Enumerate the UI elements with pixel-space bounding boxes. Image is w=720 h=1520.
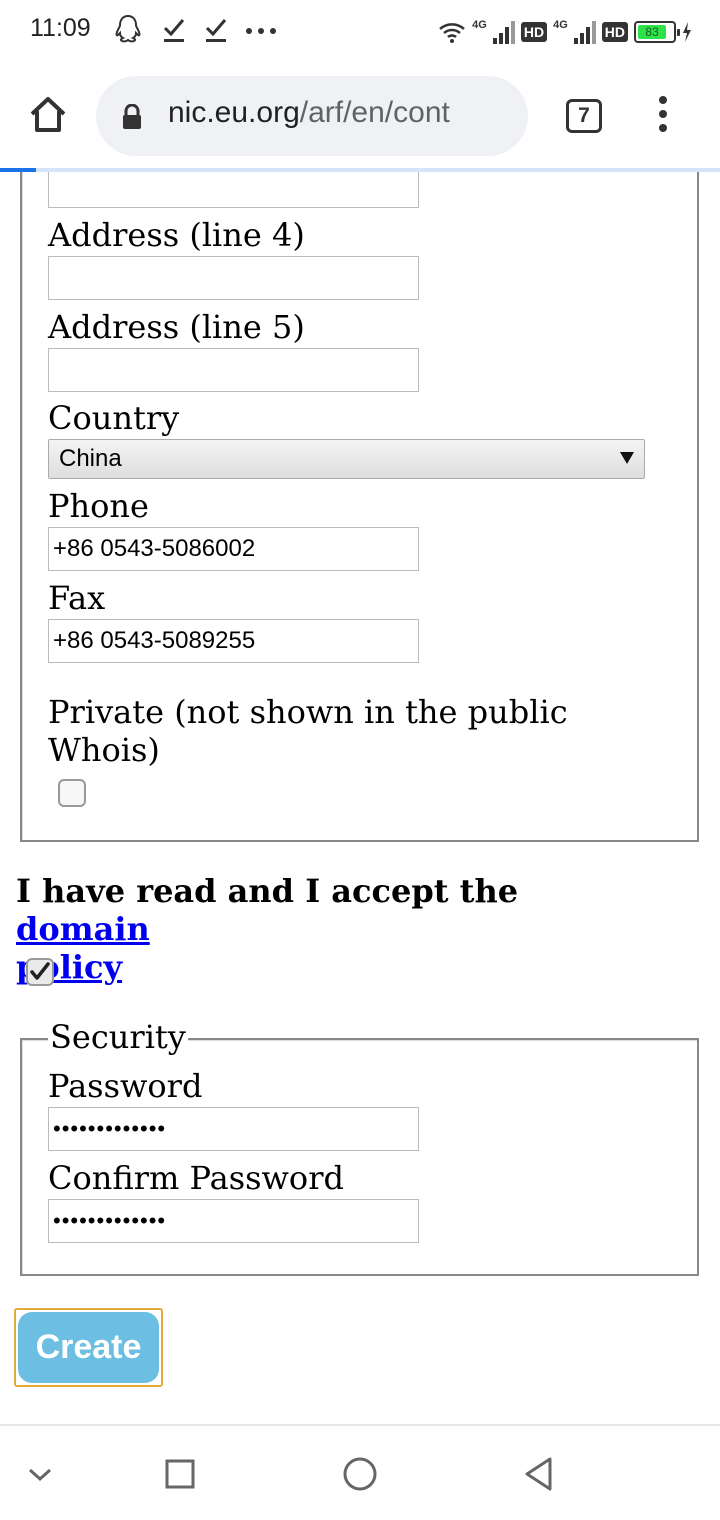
- fax-input[interactable]: [48, 619, 419, 663]
- battery-level: 83: [638, 25, 667, 39]
- fax-label: Fax: [48, 579, 106, 617]
- policy-checkbox[interactable]: [26, 958, 54, 986]
- phone-input[interactable]: [48, 527, 419, 571]
- network-type-2: 4G: [553, 19, 568, 31]
- dropdown-arrow-icon: [620, 452, 634, 464]
- page-content: Address (line 4) Address (line 5) Countr…: [0, 172, 720, 1424]
- home-icon[interactable]: [26, 92, 70, 136]
- phone-label: Phone: [48, 487, 149, 525]
- password-label: Password: [48, 1067, 203, 1105]
- system-nav-bar: [0, 1424, 720, 1520]
- overflow-menu-icon[interactable]: [652, 96, 674, 136]
- country-label: Country: [48, 399, 180, 437]
- checkmark-icon: [30, 962, 50, 980]
- status-bar: 11:09 4G HD 4G HD 83: [0, 0, 720, 62]
- security-legend: Security: [48, 1018, 188, 1056]
- hd-badge-1: HD: [520, 22, 548, 42]
- battery-icon: 83: [634, 21, 680, 43]
- private-label-line2: Whois): [48, 731, 160, 769]
- network-type-1: 4G: [472, 19, 487, 31]
- create-button[interactable]: Create: [14, 1308, 163, 1387]
- confirm-password-label: Confirm Password: [48, 1159, 344, 1197]
- url-host: nic.eu.org: [168, 96, 300, 129]
- private-label: Private (not shown in the public Whois): [48, 693, 568, 769]
- wifi-icon: [439, 23, 465, 43]
- browser-toolbar: nic.eu.org/arf/en/cont 7: [0, 62, 720, 170]
- country-select[interactable]: China: [48, 439, 645, 479]
- home-nav-icon[interactable]: [342, 1454, 378, 1494]
- status-icons: 4G HD 4G HD 83: [438, 17, 692, 47]
- charging-icon: [683, 22, 691, 42]
- private-checkbox[interactable]: [58, 779, 86, 807]
- address-line4-label: Address (line 4): [48, 216, 305, 254]
- qq-icon: [115, 14, 141, 43]
- lock-icon: [123, 104, 141, 129]
- address-bar[interactable]: nic.eu.org/arf/en/cont: [96, 76, 528, 156]
- policy-statement: I have read and I accept the domain polic…: [16, 872, 656, 986]
- address-line5-label: Address (line 5): [48, 308, 305, 346]
- address-line3-input[interactable]: [48, 172, 419, 208]
- password-input[interactable]: •••••••••••••: [48, 1107, 419, 1151]
- private-label-line1: Private (not shown in the public: [48, 693, 568, 731]
- url-text: nic.eu.org/arf/en/cont: [168, 96, 450, 130]
- hd-badge-2: HD: [601, 22, 628, 42]
- confirm-password-input[interactable]: •••••••••••••: [48, 1199, 419, 1243]
- back-icon[interactable]: [522, 1454, 556, 1494]
- country-selected-value: China: [59, 445, 122, 472]
- policy-prefix: I have read and I accept the: [16, 872, 519, 910]
- download-done-icon: [163, 19, 185, 42]
- signal-icon: [492, 21, 515, 44]
- chevron-down-icon[interactable]: [26, 1454, 54, 1494]
- status-time: 11:09: [30, 14, 91, 42]
- url-path: /arf/en/cont: [299, 96, 450, 129]
- signal-icon: [573, 21, 596, 44]
- recent-apps-icon[interactable]: [164, 1454, 196, 1494]
- create-button-label: Create: [18, 1312, 159, 1383]
- tab-switcher-button[interactable]: 7: [566, 99, 602, 133]
- address-line4-input[interactable]: [48, 256, 419, 300]
- download-done-icon: [205, 19, 227, 42]
- more-dots-icon: [246, 28, 276, 34]
- address-line5-input[interactable]: [48, 348, 419, 392]
